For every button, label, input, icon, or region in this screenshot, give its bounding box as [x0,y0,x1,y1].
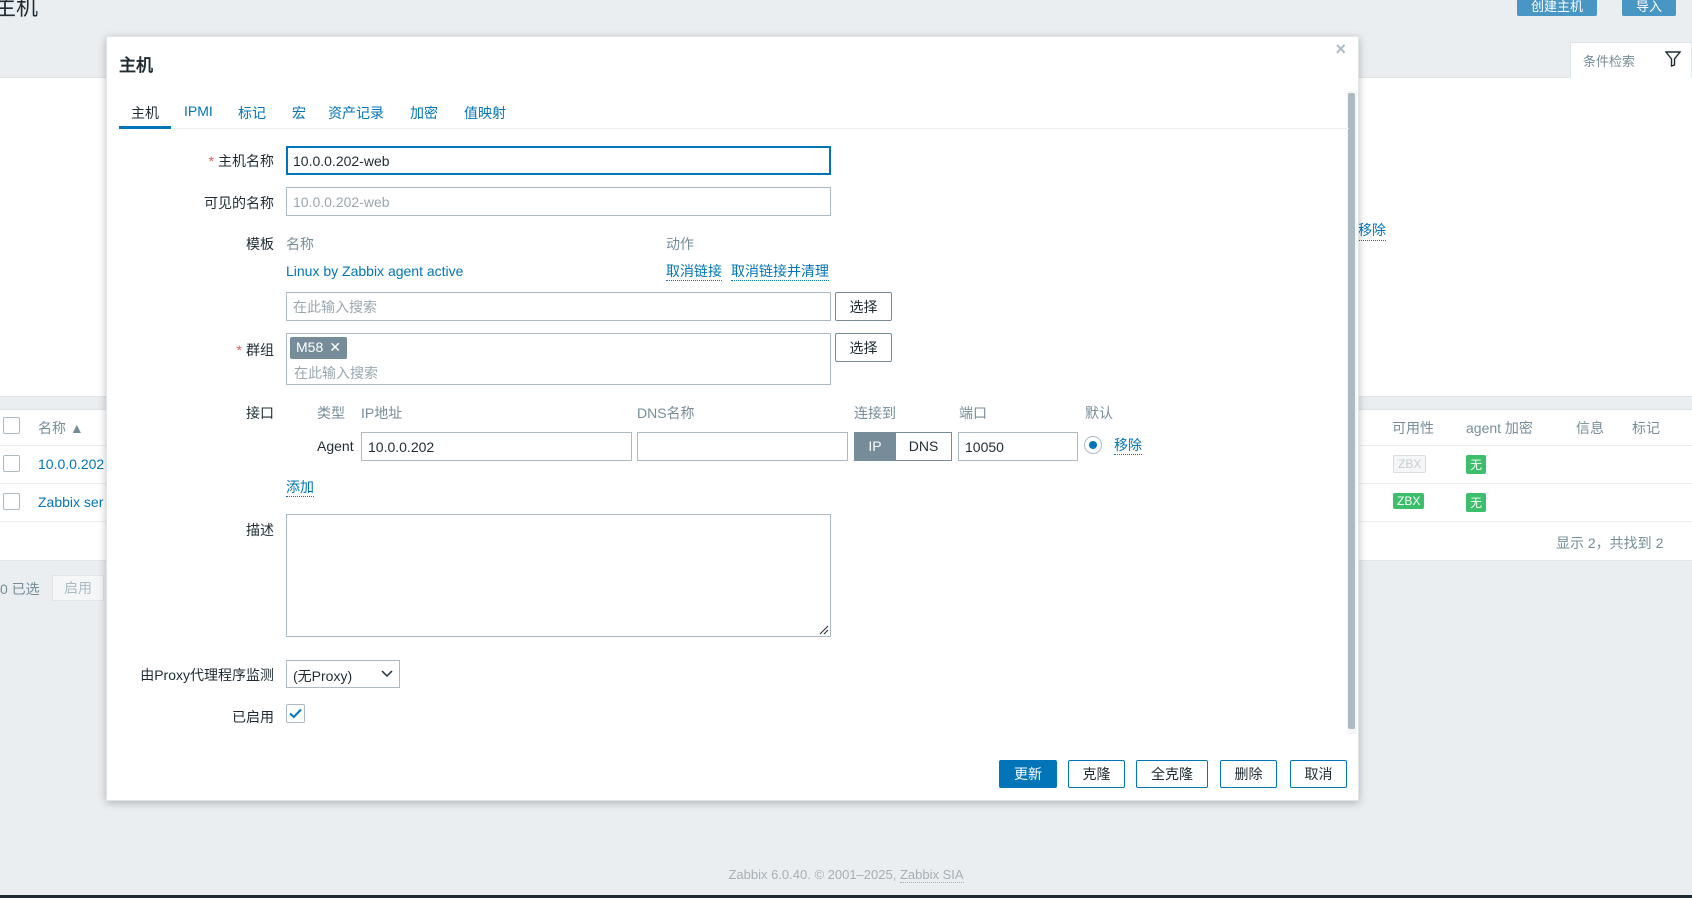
iface-port-input[interactable] [958,432,1078,461]
tab-host[interactable]: 主机 [119,99,171,129]
encryption-badge: 无 [1466,493,1487,512]
host-name-link[interactable]: Zabbix ser [38,494,103,510]
filter-tab[interactable]: 条件检索 [1570,42,1692,78]
table-summary: 显示 2，共找到 2 [1556,535,1664,551]
page-title: 主机 [0,0,39,20]
tab-encryption[interactable]: 加密 [410,99,438,129]
enable-button[interactable]: 启用 [52,575,104,601]
check-icon [289,708,302,719]
page-header [0,0,1692,30]
description-label: 描述 [246,522,274,538]
filter-icon [1665,51,1681,67]
encryption-badge: 无 [1466,455,1487,474]
tab-tags[interactable]: 标记 [238,99,266,129]
required-marker: * [236,342,242,358]
cancel-button[interactable]: 取消 [1290,760,1347,788]
iface-dns-input[interactable] [637,432,848,461]
unlink-and-clear-link[interactable]: 取消链接并清理 [731,263,829,281]
add-interface-link[interactable]: 添加 [286,479,314,497]
dialog-title: 主机 [119,56,153,75]
tab-value-mapping[interactable]: 值映射 [464,99,506,129]
required-marker: * [208,153,214,169]
clone-button[interactable]: 克隆 [1068,760,1125,788]
full-clone-button[interactable]: 全克隆 [1136,760,1208,788]
groups-search-placeholder[interactable]: 在此输入搜索 [294,363,378,383]
unlink-link[interactable]: 取消链接 [666,263,722,281]
filter-remove-link[interactable]: 移除 [1358,220,1386,241]
delete-button[interactable]: 删除 [1220,760,1277,788]
column-header-tags: 标记 [1632,420,1660,436]
close-icon[interactable]: × [1335,39,1346,60]
select-all-checkbox[interactable] [3,417,20,434]
default-interface-radio[interactable] [1084,436,1102,454]
dialog-scrollbar[interactable] [1347,91,1357,734]
iface-remove-link[interactable]: 移除 [1114,437,1142,455]
column-header-agent-encryption: agent 加密 [1466,420,1533,436]
template-link[interactable]: Linux by Zabbix agent active [286,263,463,279]
template-select-button[interactable]: 选择 [835,292,892,321]
templates-name-header: 名称 [286,236,314,252]
host-name-link[interactable]: 10.0.0.202 [38,456,104,472]
column-header-info: 信息 [1576,420,1604,436]
selected-count: 0 已选 [0,581,40,597]
host-name-input[interactable] [286,146,831,175]
connect-dns-toggle[interactable]: DNS [895,432,952,461]
tab-inventory[interactable]: 资产记录 [328,99,384,129]
groups-multiselect[interactable]: M58 ✕ 在此输入搜索 [286,333,831,385]
chip-remove-icon[interactable]: ✕ [329,339,341,355]
iface-type-header: 类型 [317,405,345,421]
filter-tab-label: 条件检索 [1583,54,1636,69]
tab-ipmi[interactable]: IPMI [184,99,213,129]
template-search-input[interactable] [286,292,831,321]
group-chip: M58 ✕ [290,337,347,359]
iface-port-header: 端口 [959,405,987,421]
create-host-button[interactable]: 创建主机 [1517,0,1598,16]
footer-link[interactable]: Zabbix SIA [899,867,964,883]
scrollbar-thumb[interactable] [1348,93,1355,729]
column-header-availability: 可用性 [1392,420,1434,436]
update-button[interactable]: 更新 [999,760,1057,788]
group-select-button[interactable]: 选择 [835,333,892,362]
import-button[interactable]: 导入 [1622,0,1677,16]
connect-ip-toggle[interactable]: IP [854,432,896,461]
row-checkbox[interactable] [3,493,20,510]
description-textarea[interactable] [286,514,831,637]
chevron-down-icon [381,670,393,678]
enabled-label: 已启用 [232,709,274,725]
iface-ip-header: IP地址 [361,405,403,421]
availability-badge: ZBX [1393,493,1425,509]
templates-action-header: 动作 [666,236,694,252]
host-name-label: * 主机名称 [208,153,274,169]
interfaces-label: 接口 [246,405,274,421]
iface-dns-header: DNS名称 [637,405,695,421]
resize-grip-icon[interactable] [819,625,829,635]
tab-macros[interactable]: 宏 [292,99,306,129]
iface-ip-input[interactable] [361,432,632,461]
proxy-label: 由Proxy代理程序监测 [140,667,274,683]
groups-label: * 群组 [236,342,274,358]
dialog-tabs: 主机 IPMI 标记 宏 资产记录 加密 值映射 [119,99,1349,129]
page-footer: Zabbix 6.0.40. © 2001–2025, Zabbix SIA [0,867,1692,883]
visible-name-input[interactable] [286,187,831,216]
iface-type-value: Agent [317,438,354,454]
footer-text: Zabbix 6.0.40. © 2001–2025, [728,867,900,882]
iface-connect-header: 连接到 [854,405,896,421]
templates-label: 模板 [246,236,274,252]
proxy-select-value: (无Proxy) [293,668,353,684]
row-checkbox[interactable] [3,455,20,472]
iface-default-header: 默认 [1085,405,1113,421]
proxy-select[interactable]: (无Proxy) [286,660,400,688]
visible-name-label: 可见的名称 [204,195,274,211]
enabled-checkbox[interactable] [286,704,305,723]
column-header-name[interactable]: 名称 ▲ [38,418,84,438]
availability-badge: ZBX [1393,455,1427,473]
